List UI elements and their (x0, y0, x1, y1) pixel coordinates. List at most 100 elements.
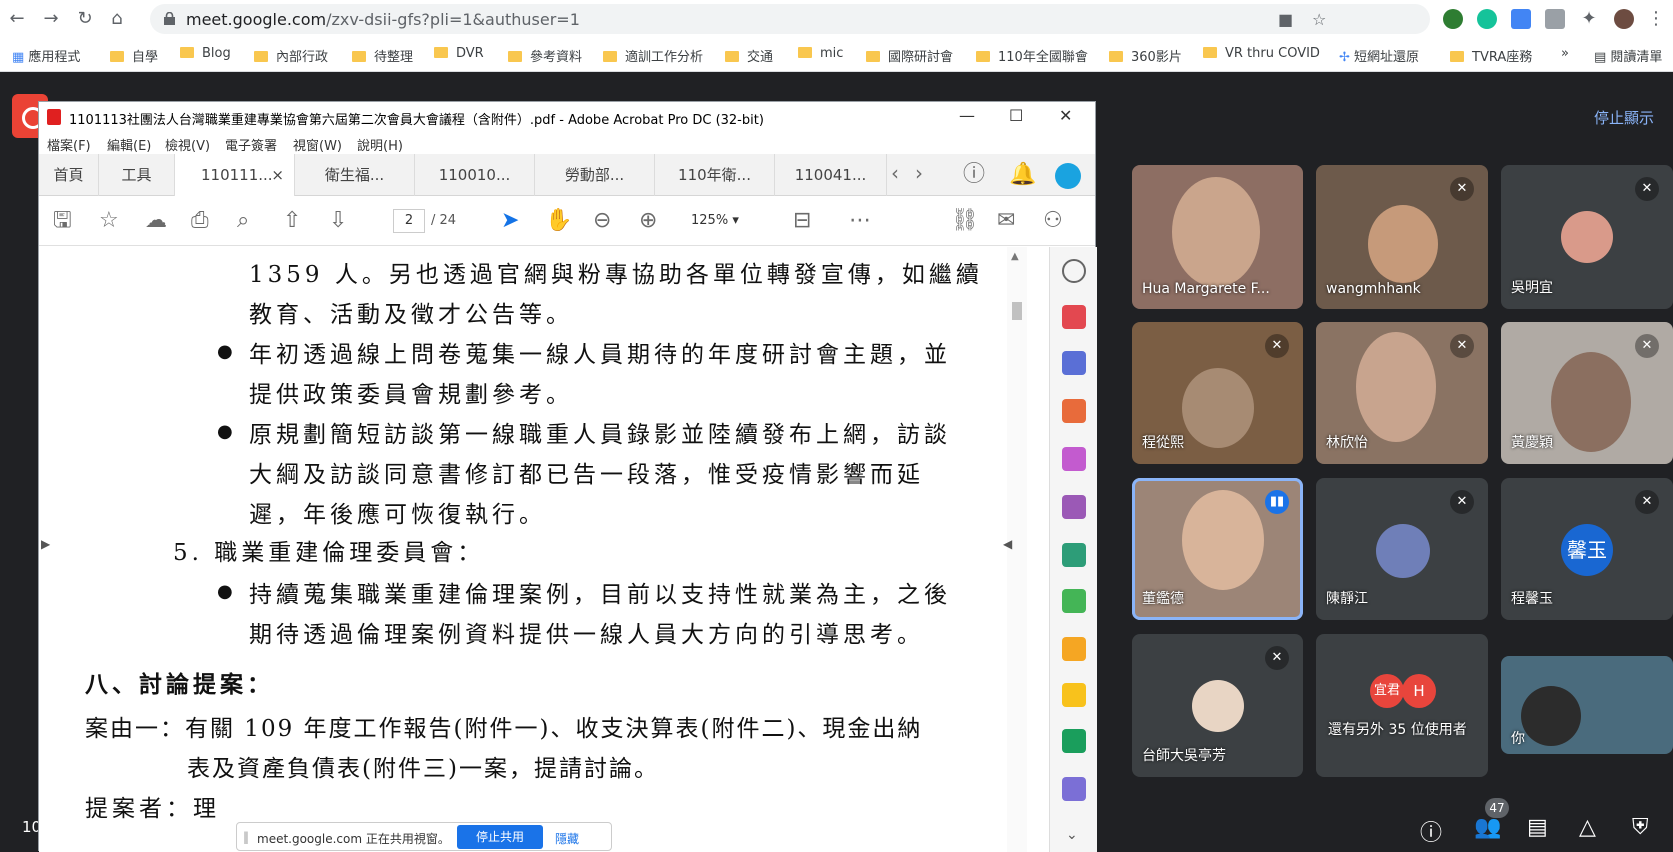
bookmark-item[interactable]: 參考資料 (508, 46, 582, 65)
hide-button[interactable]: 隱藏 (555, 830, 579, 847)
bookmark-item[interactable]: 適訓工作分析 (603, 46, 703, 65)
zoom-level-select[interactable]: 125% ▾ (691, 213, 739, 228)
tab-close-icon[interactable]: × (271, 154, 284, 196)
left-panel-toggle-icon[interactable]: ▶ (41, 537, 50, 551)
previous-page-icon[interactable]: ⇧ (283, 208, 301, 234)
zoom-in-icon[interactable]: ⊕ (639, 208, 657, 234)
export-pdf-icon[interactable] (1062, 351, 1086, 375)
bookmark-item[interactable]: DVR (434, 46, 484, 61)
participant-tile[interactable]: ✕ 林欣怡 (1316, 322, 1488, 464)
participant-tile-active-speaker[interactable]: ▮▮ 董鑑德 (1132, 478, 1303, 620)
scroll-up-icon[interactable]: ▲ (1011, 251, 1019, 262)
share-link-icon[interactable]: ⛓ (951, 208, 979, 234)
page-number-input[interactable]: 2 (393, 209, 425, 233)
reading-list[interactable]: ▤ 閱讀清單 (1594, 46, 1662, 65)
compare-icon[interactable] (1062, 589, 1086, 613)
bookmark-item[interactable]: 內部行政 (254, 46, 328, 65)
add-user-icon[interactable]: ⚇ (1043, 208, 1063, 234)
edit-pdf-icon[interactable] (1062, 447, 1086, 471)
bookmark-item[interactable]: 待整理 (352, 46, 413, 65)
tab-scroll-right-icon[interactable]: › (915, 160, 923, 186)
bookmark-item[interactable]: 交通 (725, 46, 773, 65)
more-participants-tile[interactable]: 宜君 H 還有另外 35 位使用者 (1316, 634, 1488, 777)
hand-tool-icon[interactable]: ✋ (545, 208, 572, 234)
chevron-down-icon[interactable]: ⌄ (1066, 827, 1078, 843)
menu-window[interactable]: 視窗(W) (293, 135, 342, 154)
extension-cast-icon[interactable] (1545, 9, 1565, 29)
activities-icon[interactable]: △ (1579, 815, 1596, 840)
bookmark-item[interactable]: 360影片 (1109, 46, 1182, 65)
bookmark-item[interactable]: ✢ 短網址還原 (1339, 46, 1419, 65)
menu-help[interactable]: 說明(H) (357, 135, 403, 154)
back-icon[interactable]: ← (6, 8, 28, 30)
tab-document[interactable]: 110年衛... (655, 154, 775, 196)
notifications-bell-icon[interactable]: 🔔 (1009, 162, 1036, 188)
tab-document-active[interactable]: 110111... × (175, 154, 295, 197)
bookmark-star-icon[interactable]: ☆ (99, 208, 119, 234)
participant-tile[interactable]: ✕ 黃慶穎 (1501, 322, 1673, 464)
camera-icon[interactable]: ■ (1278, 10, 1293, 29)
vertical-scrollbar[interactable]: ▲ ◀ (1003, 247, 1027, 852)
scroll-thumb[interactable] (1012, 302, 1022, 320)
participant-tile[interactable]: ✕ 程從熙 (1132, 322, 1303, 464)
send-for-review-icon[interactable] (1062, 543, 1086, 567)
menu-esign[interactable]: 電子簽署 (225, 135, 277, 154)
bookmark-item[interactable]: Blog (180, 46, 231, 61)
account-avatar[interactable] (1055, 163, 1081, 189)
extension-grammarly-icon[interactable] (1477, 9, 1497, 29)
address-bar[interactable]: meet.google.com/zxv-dsii-gfs?pli=1&authu… (150, 4, 1430, 34)
next-page-icon[interactable]: ⇩ (329, 208, 347, 234)
participant-tile[interactable]: Hua Margarete F... (1132, 165, 1303, 309)
organize-pages-icon[interactable] (1062, 399, 1086, 423)
info-icon[interactable]: ⓘ (1420, 815, 1442, 847)
stop-sharing-button[interactable]: 停止共用 (457, 825, 543, 849)
bookmark-apps[interactable]: ▦ 應用程式 (12, 46, 80, 65)
fill-sign-icon[interactable] (1062, 637, 1086, 661)
more-tools-icon[interactable]: ⋯ (849, 208, 871, 234)
bookmark-item[interactable]: mic (798, 46, 843, 61)
tab-document[interactable]: 110010... (415, 154, 535, 196)
extensions-puzzle-icon[interactable]: ✦ (1578, 8, 1600, 30)
bookmark-item[interactable]: TVRA座務 (1450, 46, 1532, 65)
participant-tile[interactable]: ✕ 陳靜江 (1316, 478, 1488, 620)
tab-document[interactable]: 勞動部... (535, 154, 655, 196)
select-pointer-icon[interactable]: ➤ (501, 208, 519, 234)
upload-cloud-icon[interactable]: ☁ (145, 208, 167, 234)
print-icon[interactable]: ⎙ (191, 208, 209, 234)
tab-scroll-left-icon[interactable]: ‹ (891, 160, 899, 186)
bookmark-item[interactable]: 國際研討會 (866, 46, 953, 65)
tab-tools[interactable]: 工具 (99, 154, 175, 196)
people-icon[interactable]: 👥 (1474, 815, 1501, 840)
page-display-icon[interactable]: ⊟ (793, 208, 811, 234)
extension-evernote-icon[interactable] (1443, 9, 1463, 29)
maximize-button[interactable]: ☐ (1009, 106, 1023, 125)
menu-edit[interactable]: 編輯(E) (107, 135, 151, 154)
tab-home[interactable]: 首頁 (39, 154, 99, 196)
pdf-page[interactable]: 1359 人。另也透過官網與粉專協助各單位轉發宣傳，如繼續 教育、活動及徵才公告… (39, 247, 1049, 852)
close-button[interactable]: ✕ (1059, 106, 1072, 125)
host-controls-icon[interactable]: ⛨ (1632, 815, 1649, 840)
extension-docs-icon[interactable] (1511, 9, 1531, 29)
protect-icon[interactable] (1062, 777, 1086, 801)
create-pdf-icon[interactable] (1062, 305, 1086, 329)
bookmark-star-icon[interactable]: ☆ (1312, 10, 1326, 29)
bookmark-item[interactable]: 自學 (110, 46, 158, 65)
participant-tile[interactable]: ✕ 台師大吳亭芳 (1132, 634, 1303, 777)
right-panel-toggle-icon[interactable]: ◀ (1003, 537, 1012, 551)
tab-document[interactable]: 110041... (775, 154, 887, 196)
menu-file[interactable]: 檔案(F) (47, 135, 91, 154)
help-icon[interactable]: ⓘ (963, 162, 985, 188)
zoom-search-icon[interactable]: ⌕ (237, 208, 249, 234)
zoom-tool-icon[interactable] (1062, 259, 1086, 283)
menu-kebab-icon[interactable]: ⋮ (1645, 8, 1667, 30)
bookmark-item[interactable]: 110年全國聯會 (976, 46, 1088, 65)
save-icon[interactable]: 🖫 (53, 208, 72, 234)
comment-icon[interactable] (1062, 683, 1086, 707)
participant-tile-self[interactable]: 你 (1501, 656, 1673, 754)
chat-icon[interactable]: ▤ (1527, 815, 1548, 840)
bookmark-item[interactable]: VR thru COVID (1203, 46, 1320, 61)
sign-icon[interactable] (1062, 495, 1086, 519)
home-icon[interactable]: ⌂ (106, 8, 128, 30)
participant-tile[interactable]: ✕ 吳明宜 (1501, 165, 1673, 309)
drag-handle-icon[interactable]: ‖ (243, 830, 249, 844)
